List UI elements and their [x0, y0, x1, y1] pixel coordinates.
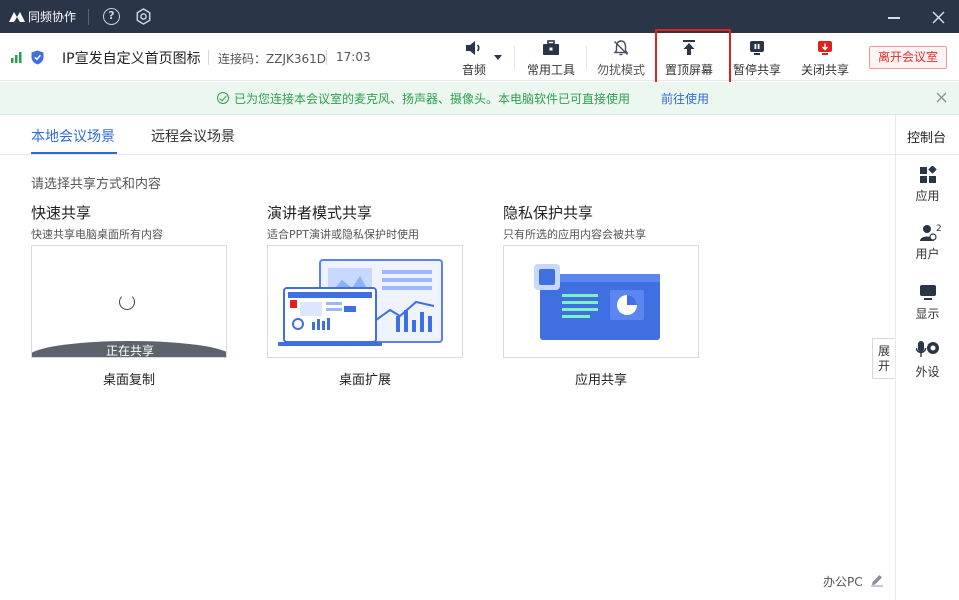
card-label-desktop-extend: 桌面扩展: [338, 373, 391, 388]
audio-label: 音频: [461, 63, 486, 77]
desktop-extend-card[interactable]: [267, 245, 463, 358]
stop-share-icon: [818, 41, 832, 55]
close-notice-icon[interactable]: [936, 92, 947, 103]
speaker-icon: [466, 41, 480, 55]
pause-share-label: 暂停共享: [732, 63, 781, 77]
titlebar-divider: [88, 9, 89, 25]
meeting-time: 17:03: [336, 50, 371, 64]
connection-code: 连接码：ZZJK361D: [218, 52, 326, 66]
chevron-down-icon[interactable]: [494, 55, 502, 60]
control-panel-divider: [895, 154, 959, 155]
toolbox-icon: [543, 40, 559, 55]
check-circle-icon: [217, 92, 229, 104]
expand-panel-button[interactable]: 展开: [872, 338, 895, 379]
leave-room-button[interactable]: 离开会议室: [869, 46, 947, 69]
signal-strength-icon: [11, 52, 22, 63]
common-tools-label: 常用工具: [526, 63, 575, 77]
sidebar-item-display-label: 显示: [915, 307, 940, 321]
title-bar: 同频协作 ?: [0, 0, 959, 33]
sidebar-item-peripherals-label: 外设: [915, 365, 940, 379]
sidebar-item-display[interactable]: 显示: [896, 284, 959, 322]
card-desc-quick-share: 快速共享电脑桌面所有内容: [31, 228, 163, 241]
card-label-desktop-copy: 桌面复制: [102, 373, 155, 388]
card-title-privacy: 隐私保护共享: [503, 204, 594, 222]
toolbar-separator: [326, 50, 327, 65]
card-desc-privacy: 只有所选的应用内容会被共享: [503, 228, 646, 241]
tab-local-meeting[interactable]: 本地会议场景: [31, 126, 115, 146]
card-title-quick-share: 快速共享: [31, 204, 92, 222]
card-title-presenter: 演讲者模式共享: [267, 204, 373, 222]
security-shield-icon: [31, 50, 44, 65]
user-count-badge: 2: [936, 224, 942, 234]
display-monitor-icon: [919, 285, 936, 300]
common-tools-button[interactable]: 常用工具: [522, 37, 580, 81]
app-share-card[interactable]: [503, 245, 699, 358]
do-not-disturb-button[interactable]: 勿扰模式: [592, 37, 650, 81]
sidebar-item-apps[interactable]: 应用: [896, 166, 959, 204]
go-to-use-link[interactable]: 前往使用: [661, 90, 709, 107]
loading-spinner-icon: [119, 294, 135, 310]
mic-camera-icon: [915, 341, 939, 357]
sidebar-item-apps-label: 应用: [915, 189, 940, 203]
close-share-button[interactable]: 关闭共享: [796, 37, 854, 81]
card-desc-presenter: 适合PPT演讲或隐私保护时使用: [267, 228, 419, 241]
help-icon[interactable]: ?: [103, 8, 120, 25]
toolbar-divider: [586, 45, 587, 69]
card-label-app-share: 应用共享: [574, 373, 627, 388]
user-icon: [919, 225, 937, 241]
room-name: IP宣发自定义首页图标: [62, 51, 201, 67]
control-panel-title: 控制台: [907, 131, 947, 146]
sharing-status-text: 正在共享: [105, 344, 154, 358]
sidebar-item-peripherals[interactable]: 外设: [896, 340, 959, 380]
apps-grid-icon: [919, 166, 937, 183]
settings-gear-icon[interactable]: [135, 8, 152, 25]
desktop-extend-illustration: [278, 259, 443, 346]
share-instruction: 请选择共享方式和内容: [31, 177, 162, 192]
app-name: 同频协作: [28, 10, 77, 24]
device-name: 办公PC: [823, 575, 863, 589]
desktop-copy-card[interactable]: 正在共享: [31, 245, 227, 358]
tabs-divider: [0, 154, 895, 155]
pause-share-button[interactable]: 暂停共享: [728, 37, 786, 81]
sidebar-item-users-label: 用户: [915, 247, 940, 261]
do-not-disturb-label: 勿扰模式: [596, 63, 645, 77]
app-share-illustration: [534, 264, 660, 340]
edit-pencil-icon[interactable]: [870, 573, 884, 587]
app-logo-icon: [9, 12, 25, 22]
sidebar-item-users[interactable]: 用户: [896, 224, 959, 262]
notice-text: 已为您连接本会议室的麦克风、扬声器、摄像头。本电脑软件已可直接使用: [234, 92, 631, 106]
pin-screen-highlight: [655, 29, 731, 85]
close-share-label: 关闭共享: [800, 63, 849, 77]
muted-bell-icon: [613, 40, 629, 56]
pause-screen-icon: [750, 41, 764, 55]
tab-remote-meeting[interactable]: 远程会议场景: [151, 126, 235, 146]
toolbar-divider: [514, 45, 515, 69]
audio-button[interactable]: 音频: [456, 37, 492, 81]
minimize-icon[interactable]: [888, 17, 900, 19]
window-close-icon[interactable]: [932, 11, 945, 24]
toolbar-separator: [208, 50, 209, 65]
